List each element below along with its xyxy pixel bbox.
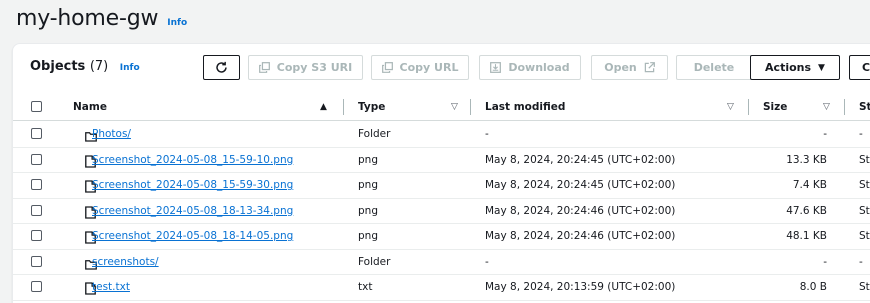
create-folder-label: C <box>862 61 870 74</box>
object-size: - <box>823 128 827 140</box>
objects-heading-label: Objects <box>30 59 86 74</box>
table-row[interactable]: test.txt txt May 8, 2024, 20:13:59 (UTC+02… <box>13 275 870 301</box>
object-last-modified: May 8, 2024, 20:24:45 (UTC+02:00) <box>485 179 676 191</box>
row-select-checkbox[interactable] <box>31 128 42 139</box>
object-type: png <box>358 204 378 217</box>
copy-url-button[interactable]: Copy URL <box>371 55 469 80</box>
delete-label: Delete <box>693 61 735 74</box>
objects-info-link[interactable]: Info <box>120 63 140 73</box>
object-last-modified: May 8, 2024, 20:24:46 (UTC+02:00) <box>485 204 676 217</box>
sort-icon[interactable]: ▽ <box>727 102 734 112</box>
object-name-link[interactable]: screenshots/ <box>92 256 159 268</box>
object-type: png <box>358 179 378 191</box>
open-label: Open <box>604 61 637 74</box>
column-header-type[interactable]: Type <box>358 101 385 113</box>
object-name-link[interactable]: Screenshot_2024-05-08_18-13-34.png <box>92 205 293 217</box>
object-name-link[interactable]: Screenshot_2024-05-08_15-59-10.png <box>92 154 293 166</box>
sort-icon[interactable]: ▽ <box>823 102 830 112</box>
row-select-checkbox[interactable] <box>31 255 42 267</box>
object-storage-class: - <box>859 255 863 268</box>
object-storage-class: St <box>859 230 870 242</box>
objects-panel: Objects (7) Info Copy S3 URI Copy URL Do… <box>12 43 870 303</box>
object-type: png <box>358 153 378 166</box>
object-last-modified: May 8, 2024, 20:24:45 (UTC+02:00) <box>485 153 676 166</box>
object-name-link[interactable]: test.txt <box>92 281 130 293</box>
row-select-checkbox[interactable] <box>31 153 42 165</box>
row-select-checkbox[interactable] <box>31 230 42 241</box>
object-storage-class: St <box>859 179 870 191</box>
bucket-info-link[interactable]: Info <box>167 18 187 28</box>
object-name-link[interactable]: Photos/ <box>92 128 131 140</box>
column-resizer[interactable] <box>844 99 845 115</box>
delete-button[interactable]: Delete <box>676 55 752 80</box>
page-header: my-home-gw Info <box>16 6 187 31</box>
table-row[interactable]: Screenshot_2024-05-08_18-14-05.png png May… <box>13 224 870 250</box>
row-select-checkbox[interactable] <box>31 179 42 190</box>
object-size: - <box>823 255 827 268</box>
object-storage-class: St <box>859 204 870 217</box>
download-icon <box>490 62 502 73</box>
open-button[interactable]: Open <box>591 55 668 80</box>
objects-heading: Objects (7) Info <box>30 59 140 74</box>
table-row[interactable]: screenshots/Folder - - - <box>13 250 870 275</box>
page-title: my-home-gw <box>16 6 159 31</box>
column-resizer[interactable] <box>470 99 471 115</box>
object-last-modified: - <box>485 255 489 268</box>
table-row[interactable]: Photos/Folder - - - <box>13 122 870 148</box>
sort-icon[interactable]: ▽ <box>451 102 458 112</box>
object-type: txt <box>358 281 373 293</box>
select-all-checkbox[interactable] <box>31 101 42 112</box>
object-storage-class: - <box>859 128 863 140</box>
column-resizer[interactable] <box>343 99 344 115</box>
column-header-storage-class[interactable]: St <box>859 101 870 113</box>
row-select-checkbox[interactable] <box>31 204 42 216</box>
object-type: png <box>358 230 378 242</box>
object-size: 48.1 KB <box>786 230 827 242</box>
actions-label: Actions <box>765 61 812 74</box>
table-row[interactable]: Screenshot_2024-05-08_15-59-30.png png May… <box>13 173 870 199</box>
row-select-checkbox[interactable] <box>31 281 42 292</box>
object-size: 7.4 KB <box>792 179 827 191</box>
object-storage-class: St <box>859 153 870 166</box>
objects-toolbar: Objects (7) Info Copy S3 URI Copy URL Do… <box>13 44 870 94</box>
create-folder-button[interactable]: C <box>849 55 870 80</box>
copy-icon <box>381 62 393 73</box>
object-name-link[interactable]: Screenshot_2024-05-08_18-14-05.png <box>92 230 293 242</box>
refresh-icon <box>216 61 227 73</box>
object-last-modified: - <box>485 128 489 140</box>
external-link-icon <box>644 62 655 73</box>
column-header-name[interactable]: Name <box>73 101 107 113</box>
copy-url-label: Copy URL <box>399 61 459 74</box>
copy-s3-uri-button[interactable]: Copy S3 URI <box>248 55 363 80</box>
column-header-size[interactable]: Size <box>763 101 787 113</box>
object-type: Folder <box>358 128 391 140</box>
column-resizer[interactable] <box>748 99 749 115</box>
objects-count: (7) <box>89 59 109 74</box>
caret-down-icon: ▼ <box>818 62 825 73</box>
table-row[interactable]: Screenshot_2024-05-08_15-59-10.png png May… <box>13 148 870 173</box>
copy-icon <box>258 62 270 73</box>
actions-dropdown[interactable]: Actions ▼ <box>750 55 840 80</box>
object-last-modified: May 8, 2024, 20:24:46 (UTC+02:00) <box>485 230 676 242</box>
table-row[interactable]: Screenshot_2024-05-08_18-13-34.png png May… <box>13 199 870 224</box>
object-size: 47.6 KB <box>786 204 827 217</box>
refresh-button[interactable] <box>203 55 240 80</box>
sort-ascending-icon[interactable]: ▲ <box>320 102 327 112</box>
copy-s3-uri-label: Copy S3 URI <box>276 61 353 74</box>
object-size: 13.3 KB <box>786 153 827 166</box>
object-name-link[interactable]: Screenshot_2024-05-08_15-59-30.png <box>92 179 293 191</box>
object-size: 8.0 B <box>799 281 827 293</box>
column-header-last-modified[interactable]: Last modified <box>485 101 565 113</box>
download-button[interactable]: Download <box>479 55 581 80</box>
object-last-modified: May 8, 2024, 20:13:59 (UTC+02:00) <box>485 281 676 293</box>
object-storage-class: St <box>859 281 870 293</box>
table-header: Name ▲ Type ▽ Last modified ▽ Size ▽ St <box>13 94 870 121</box>
object-type: Folder <box>358 255 391 268</box>
download-label: Download <box>508 61 570 74</box>
